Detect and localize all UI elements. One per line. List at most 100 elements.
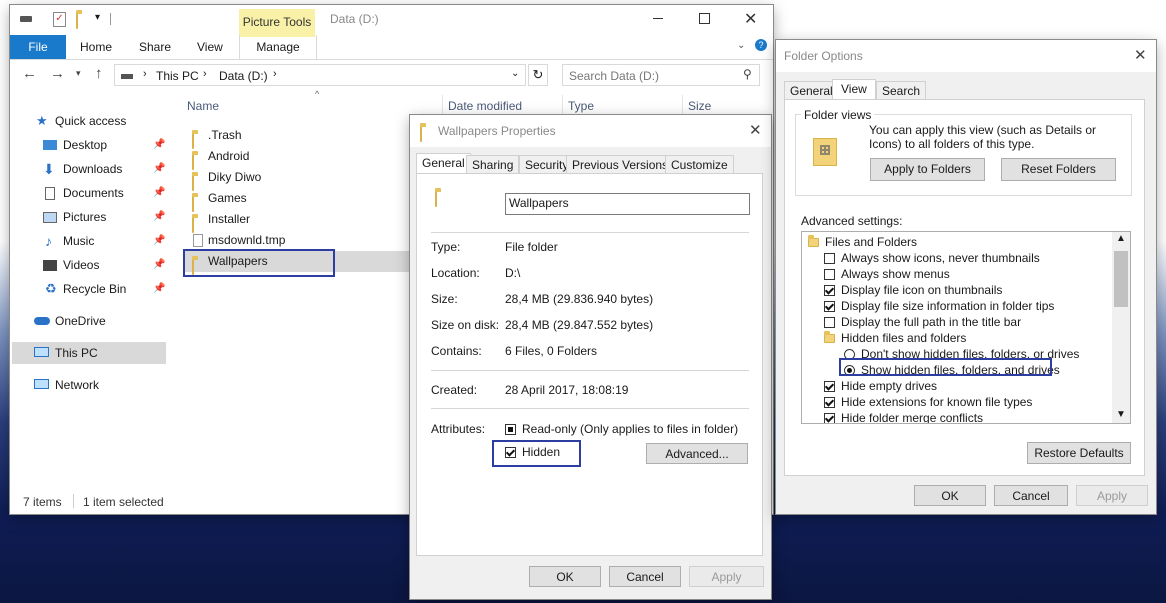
- search-input[interactable]: Search Data (D:) ⚲: [562, 64, 760, 86]
- checkbox-checked[interactable]: [824, 285, 835, 297]
- breadcrumb-chevron-icon[interactable]: ›: [203, 68, 207, 80]
- option-always-show-icons[interactable]: Always show icons, never thumbnails: [824, 250, 1040, 266]
- nav-documents[interactable]: Documents 📌: [10, 182, 170, 204]
- option-display-full-path[interactable]: Display the full path in the title bar: [824, 314, 1021, 330]
- properties-icon[interactable]: ✓: [53, 12, 66, 27]
- pin-icon[interactable]: 📌: [153, 278, 165, 300]
- pin-icon[interactable]: 📌: [153, 158, 165, 180]
- breadcrumb-data-d[interactable]: Data (D:): [219, 69, 268, 83]
- refresh-icon[interactable]: ↻: [528, 64, 548, 86]
- pin-icon[interactable]: 📌: [153, 254, 165, 276]
- option-display-file-size[interactable]: Display file size information in folder …: [824, 298, 1054, 314]
- apply-to-folders-button[interactable]: Apply to Folders: [870, 158, 985, 181]
- breadcrumb-this-pc[interactable]: This PC: [156, 69, 199, 83]
- list-item[interactable]: msdownld.tmp: [186, 230, 346, 251]
- list-item[interactable]: .Trash: [186, 125, 346, 149]
- nav-videos[interactable]: Videos 📌: [10, 254, 170, 276]
- checkbox[interactable]: [824, 317, 835, 329]
- column-divider: [562, 95, 563, 115]
- scroll-thumb[interactable]: [1114, 251, 1128, 307]
- close-icon[interactable]: ✕: [744, 9, 757, 29]
- checkbox-indeterminate[interactable]: [505, 424, 516, 436]
- option-hide-extensions[interactable]: Hide extensions for known file types: [824, 394, 1032, 410]
- column-name[interactable]: Name: [187, 99, 219, 113]
- pin-icon[interactable]: 📌: [153, 230, 165, 252]
- tab-home[interactable]: Home: [80, 35, 112, 59]
- option-display-file-icon[interactable]: Display file icon on thumbnails: [824, 282, 1002, 298]
- ok-button[interactable]: OK: [529, 566, 601, 587]
- column-date[interactable]: Date modified: [448, 99, 522, 113]
- advanced-button[interactable]: Advanced...: [646, 443, 748, 464]
- reset-folders-button[interactable]: Reset Folders: [1001, 158, 1116, 181]
- checkbox[interactable]: [824, 253, 835, 265]
- nav-desktop[interactable]: Desktop 📌: [10, 134, 170, 156]
- back-icon[interactable]: ←: [22, 65, 37, 82]
- option-hide-merge-conflicts[interactable]: Hide folder merge conflicts: [824, 410, 983, 423]
- quick-access-dropdown-icon[interactable]: ▾: [95, 12, 100, 23]
- tab-general[interactable]: General: [416, 153, 471, 173]
- scroll-up-icon[interactable]: ▲: [1116, 233, 1126, 244]
- option-always-show-menus[interactable]: Always show menus: [824, 266, 950, 282]
- nav-label: Desktop: [63, 138, 108, 152]
- tab-general[interactable]: General: [784, 81, 839, 99]
- close-icon[interactable]: ✕: [749, 121, 762, 139]
- tab-customize[interactable]: Customize: [665, 155, 734, 173]
- scrollbar[interactable]: ▲ ▼: [1112, 232, 1130, 423]
- cancel-button[interactable]: Cancel: [994, 485, 1068, 506]
- close-icon[interactable]: ✕: [1134, 46, 1147, 64]
- cancel-button[interactable]: Cancel: [609, 566, 681, 587]
- readonly-checkbox[interactable]: Read-only (Only applies to files in fold…: [505, 422, 738, 436]
- tab-manage[interactable]: Manage: [239, 35, 317, 59]
- breadcrumb-chevron-icon[interactable]: ›: [273, 68, 277, 80]
- list-item[interactable]: Diky Diwo: [186, 167, 346, 191]
- recent-locations-icon[interactable]: ▾: [76, 68, 81, 79]
- tab-view[interactable]: View: [197, 35, 223, 59]
- folder-views-label: Folder views: [801, 108, 875, 122]
- nav-pictures[interactable]: Pictures 📌: [10, 206, 170, 228]
- checkbox[interactable]: [824, 269, 835, 281]
- forward-icon[interactable]: →: [50, 65, 65, 82]
- address-bar[interactable]: › This PC › Data (D:) › ⌄: [114, 64, 526, 86]
- advanced-settings-tree[interactable]: Files and Folders Always show icons, nev…: [801, 231, 1131, 424]
- tab-sharing[interactable]: Sharing: [466, 155, 520, 173]
- help-icon[interactable]: ?: [755, 39, 767, 51]
- list-item[interactable]: Android: [186, 146, 346, 170]
- checkbox-checked[interactable]: [824, 301, 835, 313]
- option-hide-empty-drives[interactable]: Hide empty drives: [824, 378, 937, 394]
- pin-icon[interactable]: 📌: [153, 134, 165, 156]
- pin-icon[interactable]: 📌: [153, 206, 165, 228]
- tab-share[interactable]: Share: [139, 35, 171, 59]
- chevron-down-icon[interactable]: ⌄: [737, 40, 745, 51]
- apply-button[interactable]: Apply: [1076, 485, 1148, 506]
- checkbox-checked[interactable]: [824, 397, 835, 409]
- new-folder-icon[interactable]: [76, 13, 78, 29]
- nav-quick-access[interactable]: ★ Quick access: [10, 110, 170, 132]
- nav-recycle-bin[interactable]: ♻ Recycle Bin 📌: [10, 278, 170, 300]
- tab-view[interactable]: View: [832, 79, 876, 99]
- checkbox-checked[interactable]: [824, 381, 835, 393]
- nav-onedrive[interactable]: OneDrive: [10, 310, 170, 332]
- tab-file[interactable]: File: [10, 35, 66, 59]
- column-type[interactable]: Type: [568, 99, 594, 113]
- nav-this-pc[interactable]: This PC: [12, 342, 166, 364]
- apply-button[interactable]: Apply: [689, 566, 764, 587]
- address-dropdown-icon[interactable]: ⌄: [511, 68, 519, 79]
- nav-network[interactable]: Network: [10, 374, 170, 396]
- pin-icon[interactable]: 📌: [153, 182, 165, 204]
- nav-music[interactable]: ♪ Music 📌: [10, 230, 170, 252]
- nav-downloads[interactable]: ⬇ Downloads 📌: [10, 158, 170, 180]
- checkbox-checked[interactable]: [824, 413, 835, 423]
- breadcrumb-chevron-icon[interactable]: ›: [143, 68, 147, 80]
- maximize-icon[interactable]: [699, 13, 710, 24]
- folder-name-input[interactable]: Wallpapers: [505, 193, 750, 215]
- list-item[interactable]: Games: [186, 188, 346, 212]
- up-icon[interactable]: ↑: [95, 65, 103, 82]
- column-size[interactable]: Size: [688, 99, 711, 113]
- tab-previous-versions[interactable]: Previous Versions: [566, 155, 675, 173]
- ok-button[interactable]: OK: [914, 485, 986, 506]
- tab-search[interactable]: Search: [876, 81, 927, 99]
- scroll-down-icon[interactable]: ▼: [1116, 409, 1126, 420]
- list-item[interactable]: Installer: [186, 209, 346, 233]
- minimize-icon[interactable]: [653, 18, 663, 19]
- restore-defaults-button[interactable]: Restore Defaults: [1027, 442, 1131, 464]
